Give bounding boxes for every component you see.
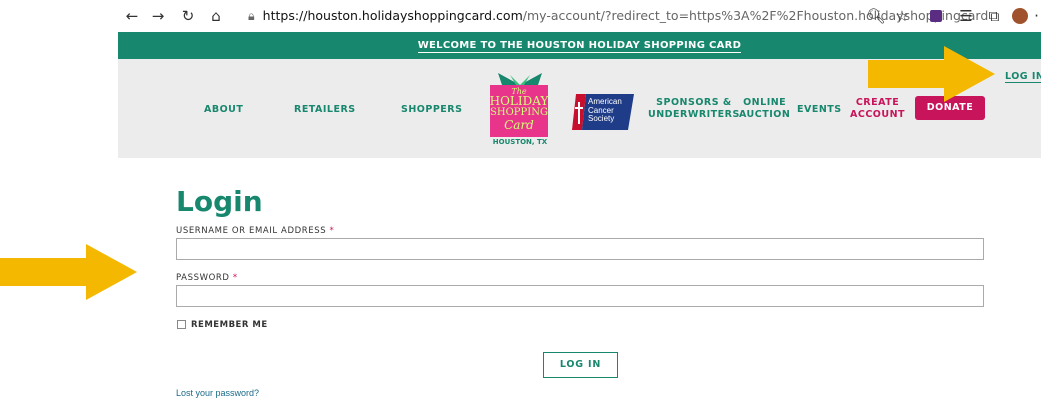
lock-icon: 🔒︎ — [248, 8, 255, 23]
acs-line3: Society — [588, 114, 615, 123]
logo-city: HOUSTON, TX — [492, 138, 548, 146]
extension-icon[interactable] — [926, 6, 946, 26]
nav-about[interactable]: ABOUT — [204, 104, 243, 116]
profile-avatar[interactable] — [1010, 6, 1030, 26]
browser-toolbar: ← → ↻ ⌂ 🔒︎ https://houston.holidayshoppin… — [118, 0, 1041, 32]
refresh-icon[interactable]: ↻ — [178, 6, 198, 26]
nav-online-auction[interactable]: ONLINE AUCTION — [739, 97, 790, 121]
nav-events[interactable]: EVENTS — [797, 104, 842, 116]
username-label-text: USERNAME OR EMAIL ADDRESS — [176, 226, 327, 236]
nav-create-line2: ACCOUNT — [850, 109, 906, 120]
annotation-arrow-left — [0, 244, 137, 300]
more-icon[interactable]: · — [1032, 6, 1041, 26]
back-icon[interactable]: ← — [122, 6, 142, 26]
nav-sponsors-underwriters[interactable]: SPONSORS & UNDERWRITERS — [648, 97, 740, 121]
forward-icon[interactable]: → — [148, 6, 168, 26]
logo-holiday: HOLIDAY — [489, 94, 549, 108]
login-link[interactable]: LOG IN — [1005, 71, 1041, 83]
lost-password-link[interactable]: Lost your password? — [176, 388, 259, 398]
zoom-icon[interactable]: 🔍︎ — [866, 6, 886, 26]
required-mark: * — [232, 273, 238, 283]
remember-me-label[interactable]: REMEMBER ME — [191, 320, 268, 330]
holiday-shopping-card-logo[interactable]: The HOLIDAY SHOPPING Card HOUSTON, TX — [488, 71, 552, 146]
nav-retailers[interactable]: RETAILERS — [294, 104, 356, 116]
nav-sponsors-line1: SPONSORS & — [656, 97, 732, 108]
password-label-text: PASSWORD — [176, 273, 230, 283]
favorites-bar-icon[interactable]: ☰ — [956, 6, 976, 26]
url-path: /my-account/?redirect_to=https%3A%2F%2Fh… — [522, 8, 988, 23]
home-icon[interactable]: ⌂ — [206, 6, 226, 26]
welcome-banner-text[interactable]: WELCOME TO THE HOUSTON HOLIDAY SHOPPING … — [417, 40, 742, 53]
url-host: https://houston.holidayshoppingcard.com — [262, 8, 523, 23]
page-title: Login — [176, 185, 263, 218]
password-input[interactable] — [176, 285, 984, 307]
collections-icon[interactable]: ⧉ — [984, 6, 1004, 26]
nav-sponsors-line2: UNDERWRITERS — [648, 109, 740, 120]
logo-card: Card — [504, 118, 534, 132]
nav-shoppers[interactable]: SHOPPERS — [401, 104, 462, 116]
nav-auction-line2: AUCTION — [739, 109, 791, 120]
annotation-arrow-right — [868, 46, 995, 102]
required-mark: * — [329, 226, 335, 236]
username-label: USERNAME OR EMAIL ADDRESS * — [176, 226, 334, 236]
favorite-icon[interactable]: ☆ — [892, 6, 912, 26]
login-submit-button[interactable]: LOG IN — [543, 352, 618, 378]
nav-auction-line1: ONLINE — [743, 97, 787, 108]
username-input[interactable] — [176, 238, 984, 260]
password-label: PASSWORD * — [176, 273, 238, 283]
american-cancer-society-logo[interactable]: American Cancer Society — [568, 92, 634, 132]
remember-me-checkbox[interactable] — [177, 320, 186, 329]
